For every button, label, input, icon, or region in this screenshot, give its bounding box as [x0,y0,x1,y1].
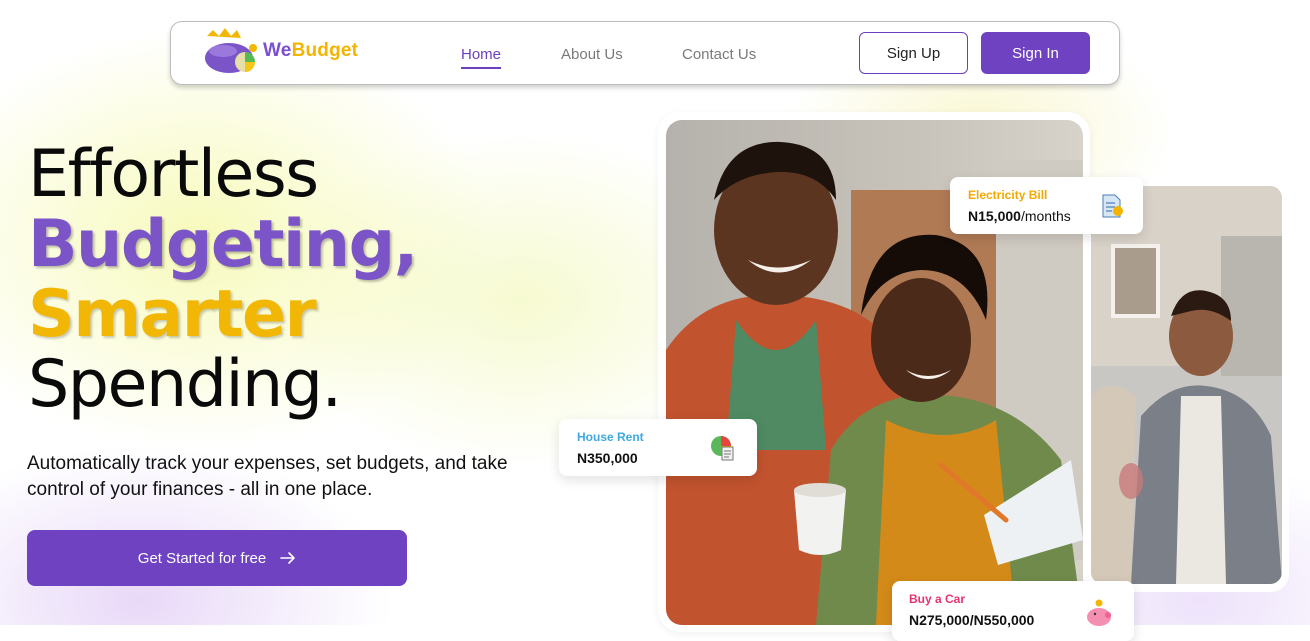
hero-subtitle: Automatically track your expenses, set b… [27,453,508,500]
buy-a-car-title: Buy a Car [909,592,966,606]
house-rent-amount: N350,000 [577,450,638,466]
nav-link-about-us[interactable]: About Us [561,46,623,63]
electricity-bill-amount: N15,000/months [968,208,1071,224]
buy-a-car-amount: N275,000/N550,000 [909,612,1035,628]
house-rent-title: House Rent [577,430,644,444]
get-started-label: Get Started for free [137,549,267,567]
pie-chart-report-icon [711,436,734,461]
piggy-bank-icon [1087,599,1111,626]
get-started-button[interactable]: Get Started for free [27,530,407,586]
nav-link-contact-us[interactable]: Contact Us [682,46,756,63]
electricity-bill-unit: /months [1020,208,1071,224]
electricity-bill-title: Electricity Bill [968,188,1048,202]
headline-line-spending: Spending. [28,347,342,422]
electricity-bill-card: Electricity Bill N15,000/months [950,177,1143,234]
sign-up-button[interactable]: Sign Up [859,32,968,74]
hero-headline: Effortless Budgeting, Smarter Spending. [28,137,418,422]
nav-link-home[interactable]: Home [461,46,502,69]
headline-line-budgeting: Budgeting, [28,207,418,282]
wallet-logo-icon [205,28,257,73]
headline-line-effortless: Effortless [28,137,319,212]
navbar: WeBudget Home About Us Contact Us Sign U… [170,21,1120,85]
arrow-right-icon [280,552,296,564]
sign-in-button[interactable]: Sign In [981,32,1090,74]
bill-document-icon [1102,194,1123,218]
headline-line-smarter: Smarter [28,277,317,352]
friends-photo [1091,186,1282,584]
house-rent-card: House Rent N350,000 [559,419,757,476]
logo-text: WeBudget [263,40,359,61]
buy-a-car-card: Buy a Car N275,000/N550,000 [892,581,1134,641]
logo[interactable]: WeBudget [201,26,391,76]
